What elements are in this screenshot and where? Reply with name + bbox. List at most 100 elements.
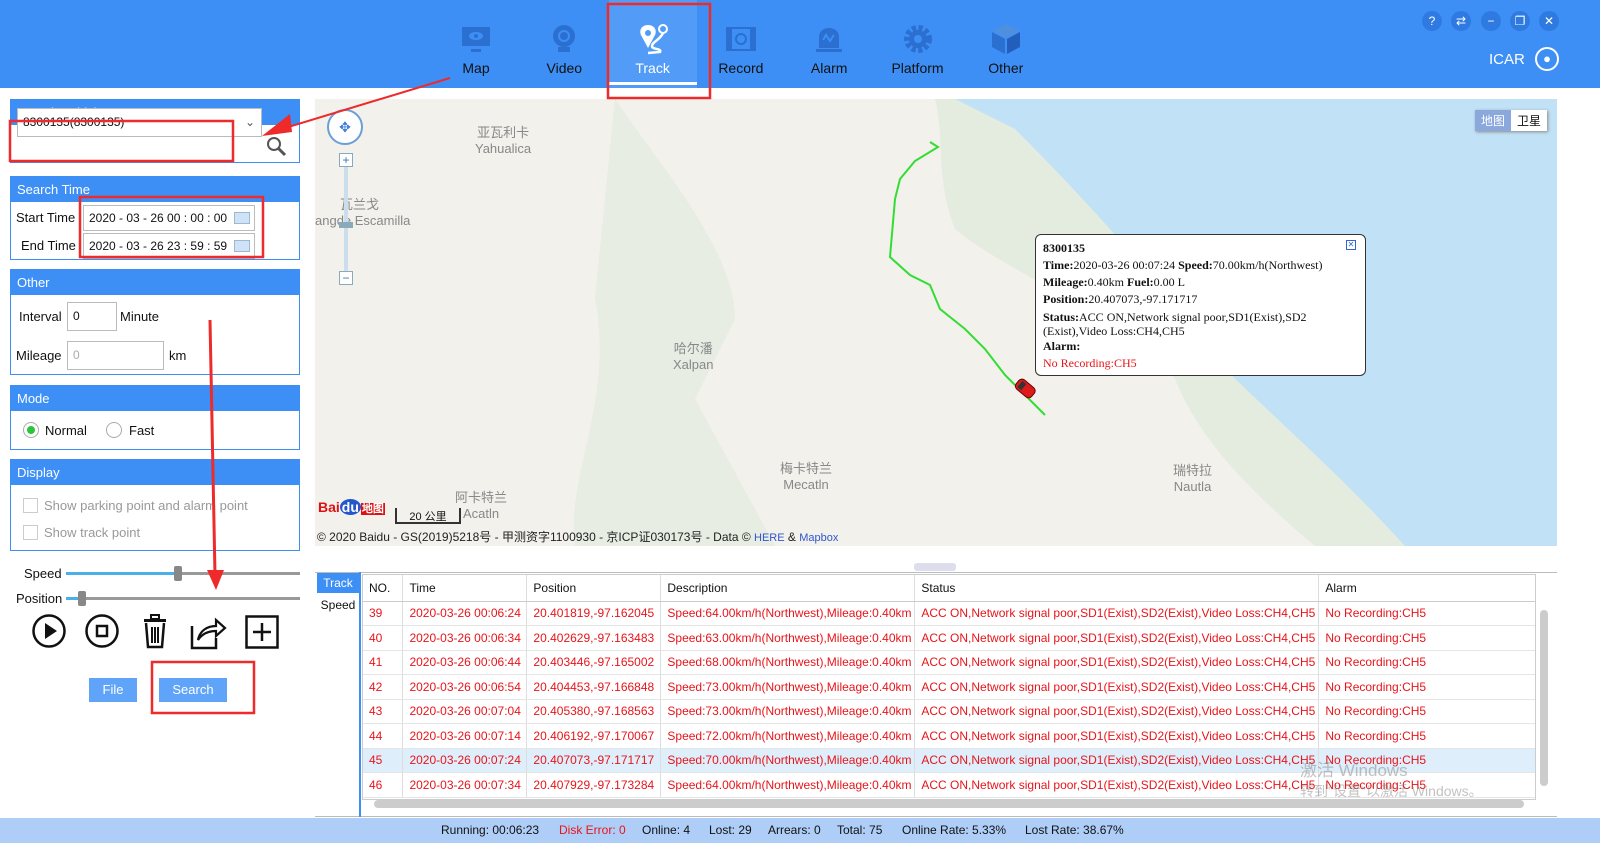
table-cell: 39 [363, 601, 404, 626]
vehicle-select[interactable]: 8300135(8300135) ⌄ [17, 108, 262, 137]
tab-track[interactable]: Track [608, 0, 697, 88]
table-cell: 42 [363, 674, 404, 700]
map-view[interactable]: 亚瓦利卡 Yahualica 瓦兰戈 angde Escamilla 哈尔潘 Xalp… [315, 99, 1557, 546]
map-type-satellite-button[interactable]: 卫星 [1511, 110, 1548, 131]
play-icon[interactable] [32, 614, 68, 650]
column-header[interactable]: Status [914, 575, 1320, 602]
map-type-switch: 地图 卫星 [1475, 110, 1548, 131]
cube-icon [991, 24, 1020, 54]
copyright-amp: & [784, 530, 800, 544]
popup-label: Alarm: [1043, 339, 1081, 353]
parking-alarm-point-checkbox[interactable] [23, 498, 38, 513]
status-lost-rate: Lost Rate: 38.67% [1025, 823, 1124, 837]
table-cell: Speed:63.00km/h(Northwest),Mileage:0.40k… [660, 625, 916, 651]
add-icon[interactable] [245, 615, 279, 649]
horizontal-scrollbar[interactable] [374, 800, 1524, 808]
watermark-line: 激活 Windows [1300, 761, 1408, 780]
table-row[interactable]: 40 2020-03-26 00:06:34 20.402629,-97.16348… [363, 625, 1535, 651]
vehicle-info-popup: ✕ 8300135 Time:2020-03-26 00:07:24 Speed… [1035, 234, 1366, 376]
table-row[interactable]: 43 2020-03-26 00:07:04 20.405380,-97.16856… [363, 699, 1535, 724]
tab-alarm[interactable]: Alarm [785, 0, 873, 88]
user-avatar-icon[interactable]: ● [1535, 47, 1559, 71]
file-button[interactable]: File [89, 678, 137, 702]
end-time-input[interactable]: 2020 - 03 - 26 23 : 59 : 59 [83, 233, 255, 259]
tab-label: Map [462, 60, 490, 76]
vertical-scrollbar[interactable] [1540, 610, 1548, 786]
position-slider[interactable] [66, 591, 300, 606]
export-share-icon[interactable] [190, 614, 228, 650]
zoom-out-button[interactable]: − [339, 271, 353, 285]
minimize-icon[interactable]: − [1481, 11, 1501, 31]
popup-label: Position: [1043, 292, 1089, 306]
track-pin-icon [639, 24, 668, 55]
here-link[interactable]: HERE [754, 532, 785, 544]
column-header[interactable]: NO. [363, 575, 404, 602]
table-cell: Speed:68.00km/h(Northwest),Mileage:0.40k… [660, 650, 916, 675]
start-time-value: 2020 - 03 - 26 00 : 00 : 00 [89, 211, 228, 225]
zoom-in-button[interactable]: + [339, 153, 353, 167]
table-row[interactable]: 44 2020-03-26 00:07:14 20.406192,-97.17006… [363, 723, 1535, 749]
stop-icon[interactable] [85, 614, 121, 650]
mapbox-link[interactable]: Mapbox [799, 532, 838, 544]
table-cell: Speed:70.00km/h(Northwest),Mileage:0.40k… [660, 748, 916, 773]
windows-watermark: 激活 Windows 转到"设置"以激活 Windows。 [1300, 761, 1483, 801]
calendar-icon[interactable] [234, 212, 250, 224]
table-row[interactable]: 41 2020-03-26 00:06:44 20.403446,-97.16500… [363, 650, 1535, 675]
display-panel: Display Show parking point and alarm poi… [10, 459, 300, 551]
username: ICAR [1489, 51, 1525, 68]
normal-radio[interactable] [23, 422, 39, 438]
tab-video[interactable]: Video [520, 0, 608, 88]
trash-icon[interactable] [142, 614, 170, 650]
speed-slider[interactable] [66, 566, 300, 581]
map-type-map-button[interactable]: 地图 [1475, 110, 1512, 131]
column-header[interactable]: Time [402, 575, 528, 602]
column-header[interactable]: Position [526, 575, 662, 602]
switch-icon[interactable]: ⇄ [1451, 11, 1471, 31]
tab-label: Other [988, 60, 1024, 76]
table-cell: No Recording:CH5 [1318, 601, 1535, 626]
position-slider-handle[interactable] [78, 591, 87, 606]
map-label: Mecatln [783, 477, 829, 492]
panel-title: Other [11, 270, 299, 295]
table-row[interactable]: 39 2020-03-26 00:06:24 20.401819,-97.16204… [363, 601, 1535, 626]
close-icon[interactable]: ✕ [1539, 11, 1559, 31]
column-header[interactable]: Alarm [1318, 575, 1535, 602]
start-time-label: Start Time [16, 210, 76, 225]
tab-speed[interactable]: Speed [317, 595, 359, 615]
zoom-slider[interactable] [339, 167, 353, 271]
table-cell: 20.407073,-97.171717 [526, 748, 662, 773]
map-label: Yahualica [475, 141, 532, 156]
table-cell: 20.402629,-97.163483 [526, 625, 662, 651]
restore-icon[interactable]: ❐ [1510, 11, 1530, 31]
start-time-input[interactable]: 2020 - 03 - 26 00 : 00 : 00 [83, 205, 255, 231]
interval-input[interactable]: 0 [67, 302, 117, 331]
mileage-input[interactable]: 0 [67, 341, 164, 370]
tab-platform[interactable]: Platform [874, 0, 962, 88]
table-cell: 2020-03-26 00:07:14 [402, 723, 528, 749]
mode-panel: Mode Normal Fast [10, 385, 300, 450]
calendar-icon[interactable] [234, 240, 250, 252]
table-cell: No Recording:CH5 [1318, 650, 1535, 675]
magnifier-search-icon[interactable] [265, 135, 287, 157]
tab-other[interactable]: Other [962, 0, 1050, 88]
tab-record[interactable]: Record [697, 0, 785, 88]
track-point-checkbox[interactable] [23, 525, 38, 540]
tab-map[interactable]: Map [432, 0, 520, 88]
table-cell: 2020-03-26 00:07:24 [402, 748, 528, 773]
pan-control-icon[interactable]: ✥ [327, 109, 363, 145]
top-header: Map Video Track Record Alarm Platform Other ? … [0, 0, 1600, 88]
fast-radio[interactable] [106, 422, 122, 438]
popup-close-icon[interactable]: ✕ [1346, 240, 1356, 250]
search-button[interactable]: Search [159, 678, 227, 702]
map-copyright: © 2020 Baidu - GS(2019)5218号 - 甲测资字11009… [317, 528, 838, 545]
collapse-handle[interactable] [914, 563, 956, 571]
tab-track[interactable]: Track [317, 573, 359, 593]
table-cell: No Recording:CH5 [1318, 625, 1535, 651]
table-cell: ACC ON,Network signal poor,SD1(Exist),SD… [914, 625, 1320, 651]
table-row[interactable]: 42 2020-03-26 00:06:54 20.404453,-97.16684… [363, 674, 1535, 700]
siren-icon [816, 28, 843, 52]
help-icon[interactable]: ? [1422, 11, 1442, 31]
column-header[interactable]: Description [660, 575, 916, 602]
table-cell: Speed:73.00km/h(Northwest),Mileage:0.40k… [660, 699, 916, 724]
speed-slider-handle[interactable] [174, 566, 183, 581]
